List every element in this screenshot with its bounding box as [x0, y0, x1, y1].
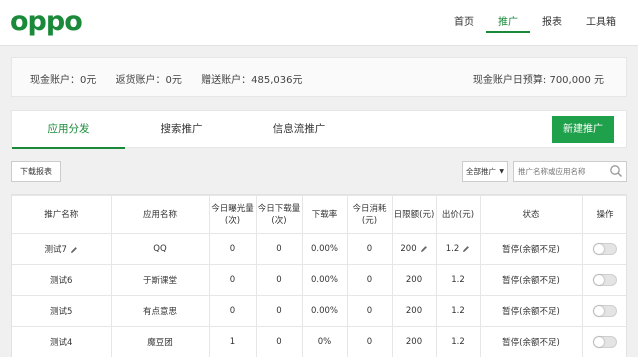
bid: 1.2 [445, 244, 460, 254]
app-name: QQ [110, 233, 210, 265]
column-header: 日限额(元) [391, 195, 437, 234]
promotion-name: 测试6 [12, 264, 112, 296]
table-row: 测试7 QQ 0 0 0.00% 0 200 1.2 暂停(余额不足) [12, 233, 626, 265]
name-cell: 测试7 [12, 233, 112, 265]
account-summary: 现金账户：0元 返货账户：0元 赠送账户：485,036元 现金账户日预算: 7… [11, 57, 627, 97]
tab-app-distribution[interactable]: 应用分发 [12, 111, 125, 149]
downloads: 0 [255, 295, 303, 327]
promotion-name: 测试5 [12, 295, 112, 327]
promotion-table: 推广名称 应用名称 今日曝光量(次) 今日下载量(次) 下载率 今日消耗(元) … [11, 194, 627, 357]
download-report-button[interactable]: 下载报表 [11, 161, 61, 182]
downloads: 0 [255, 264, 303, 296]
filter-selected-value: 全部推广 [466, 167, 496, 176]
gift-account: 赠送账户：485,036元 [201, 75, 303, 86]
download-rate: 0.00% [301, 233, 348, 265]
status-toggle[interactable] [593, 274, 617, 286]
bid-cell: 1.2 [435, 233, 481, 265]
bid: 1.2 [435, 295, 481, 327]
daily-limit: 200 [400, 244, 417, 254]
action-cell [581, 233, 626, 265]
status: 暂停(余额不足) [479, 264, 583, 296]
bid: 1.2 [435, 326, 481, 357]
column-header: 今日曝光量(次) [208, 195, 257, 234]
column-header: 下载率 [301, 195, 348, 234]
downloads: 0 [255, 326, 303, 357]
caret-down-icon: ▼ [499, 168, 504, 175]
column-header: 今日消耗(元) [346, 195, 393, 234]
search-box [513, 161, 627, 182]
daily-budget: 现金账户日预算: 700,000 元 [472, 75, 604, 86]
tab-search-promotion[interactable]: 搜索推广 [125, 111, 238, 148]
impressions: 0 [208, 295, 257, 327]
pencil-icon[interactable] [70, 246, 78, 254]
impressions: 0 [208, 233, 257, 265]
table-row: 测试5 有点意思 0 0 0.00% 0 200 1.2 暂停(余额不足) [12, 295, 626, 327]
bid: 1.2 [435, 264, 481, 296]
table-row: 测试4 魔豆团 1 0 0% 0 200 1.2 暂停(余额不足) [12, 326, 626, 357]
action-cell [581, 326, 626, 357]
column-header: 应用名称 [110, 195, 210, 234]
spend: 0 [346, 264, 393, 296]
oppo-logo[interactable]: oppo [10, 7, 83, 37]
action-cell [581, 264, 626, 296]
daily-limit: 200 [391, 264, 437, 296]
status: 暂停(余额不足) [479, 295, 583, 327]
promotion-name: 测试4 [12, 326, 112, 357]
status-toggle[interactable] [593, 305, 617, 317]
table-header-row: 推广名称 应用名称 今日曝光量(次) 今日下载量(次) 下载率 今日消耗(元) … [12, 195, 626, 234]
nav-promotion[interactable]: 推广 [486, 0, 530, 46]
spend: 0 [346, 295, 393, 327]
status: 暂停(余额不足) [479, 233, 583, 265]
status-toggle[interactable] [593, 336, 617, 348]
account-balances: 现金账户：0元 返货账户：0元 赠送账户：485,036元 [30, 71, 318, 86]
column-header: 今日下载量(次) [255, 195, 303, 234]
status-toggle[interactable] [593, 243, 617, 255]
impressions: 0 [208, 264, 257, 296]
download-rate: 0.00% [301, 264, 348, 296]
spend: 0 [346, 233, 393, 265]
app-name: 魔豆团 [110, 326, 210, 357]
nav-reports[interactable]: 报表 [530, 0, 574, 46]
impressions: 1 [208, 326, 257, 357]
action-cell [581, 295, 626, 327]
column-header: 状态 [479, 195, 583, 234]
top-header: oppo 首页 推广 报表 工具箱 [0, 0, 638, 46]
spend: 0 [346, 326, 393, 357]
tab-feed-promotion[interactable]: 信息流推广 [238, 111, 360, 148]
download-rate: 0.00% [301, 295, 348, 327]
app-name: 有点意思 [110, 295, 210, 327]
daily-limit: 200 [391, 295, 437, 327]
download-rate: 0% [301, 326, 348, 357]
table-toolbar: 下载报表 全部推广 ▼ [11, 161, 627, 183]
downloads: 0 [255, 233, 303, 265]
promotion-filter-select[interactable]: 全部推广 ▼ [462, 161, 508, 182]
pencil-icon[interactable] [462, 245, 470, 253]
column-header: 出价(元) [435, 195, 481, 234]
search-icon[interactable] [609, 164, 623, 178]
new-promotion-button[interactable]: 新建推广 [552, 116, 614, 143]
cash-account: 现金账户：0元 [30, 75, 97, 86]
daily-limit-cell: 200 [391, 233, 437, 265]
app-name: 于斯课堂 [110, 264, 210, 296]
pencil-icon[interactable] [420, 245, 428, 253]
daily-limit: 200 [391, 326, 437, 357]
promotion-tabs: 应用分发 搜索推广 信息流推广 新建推广 [11, 110, 627, 149]
table-row: 测试6 于斯课堂 0 0 0.00% 0 200 1.2 暂停(余额不足) [12, 264, 626, 296]
nav-home[interactable]: 首页 [442, 0, 486, 46]
rebate-account: 返货账户：0元 [115, 75, 182, 86]
column-header: 推广名称 [12, 195, 112, 234]
top-nav: 首页 推广 报表 工具箱 [442, 0, 628, 46]
search-input[interactable] [514, 162, 606, 181]
nav-toolbox[interactable]: 工具箱 [574, 0, 628, 46]
column-header: 操作 [581, 195, 626, 234]
promotion-name: 测试7 [44, 245, 67, 255]
status: 暂停(余额不足) [479, 326, 583, 357]
